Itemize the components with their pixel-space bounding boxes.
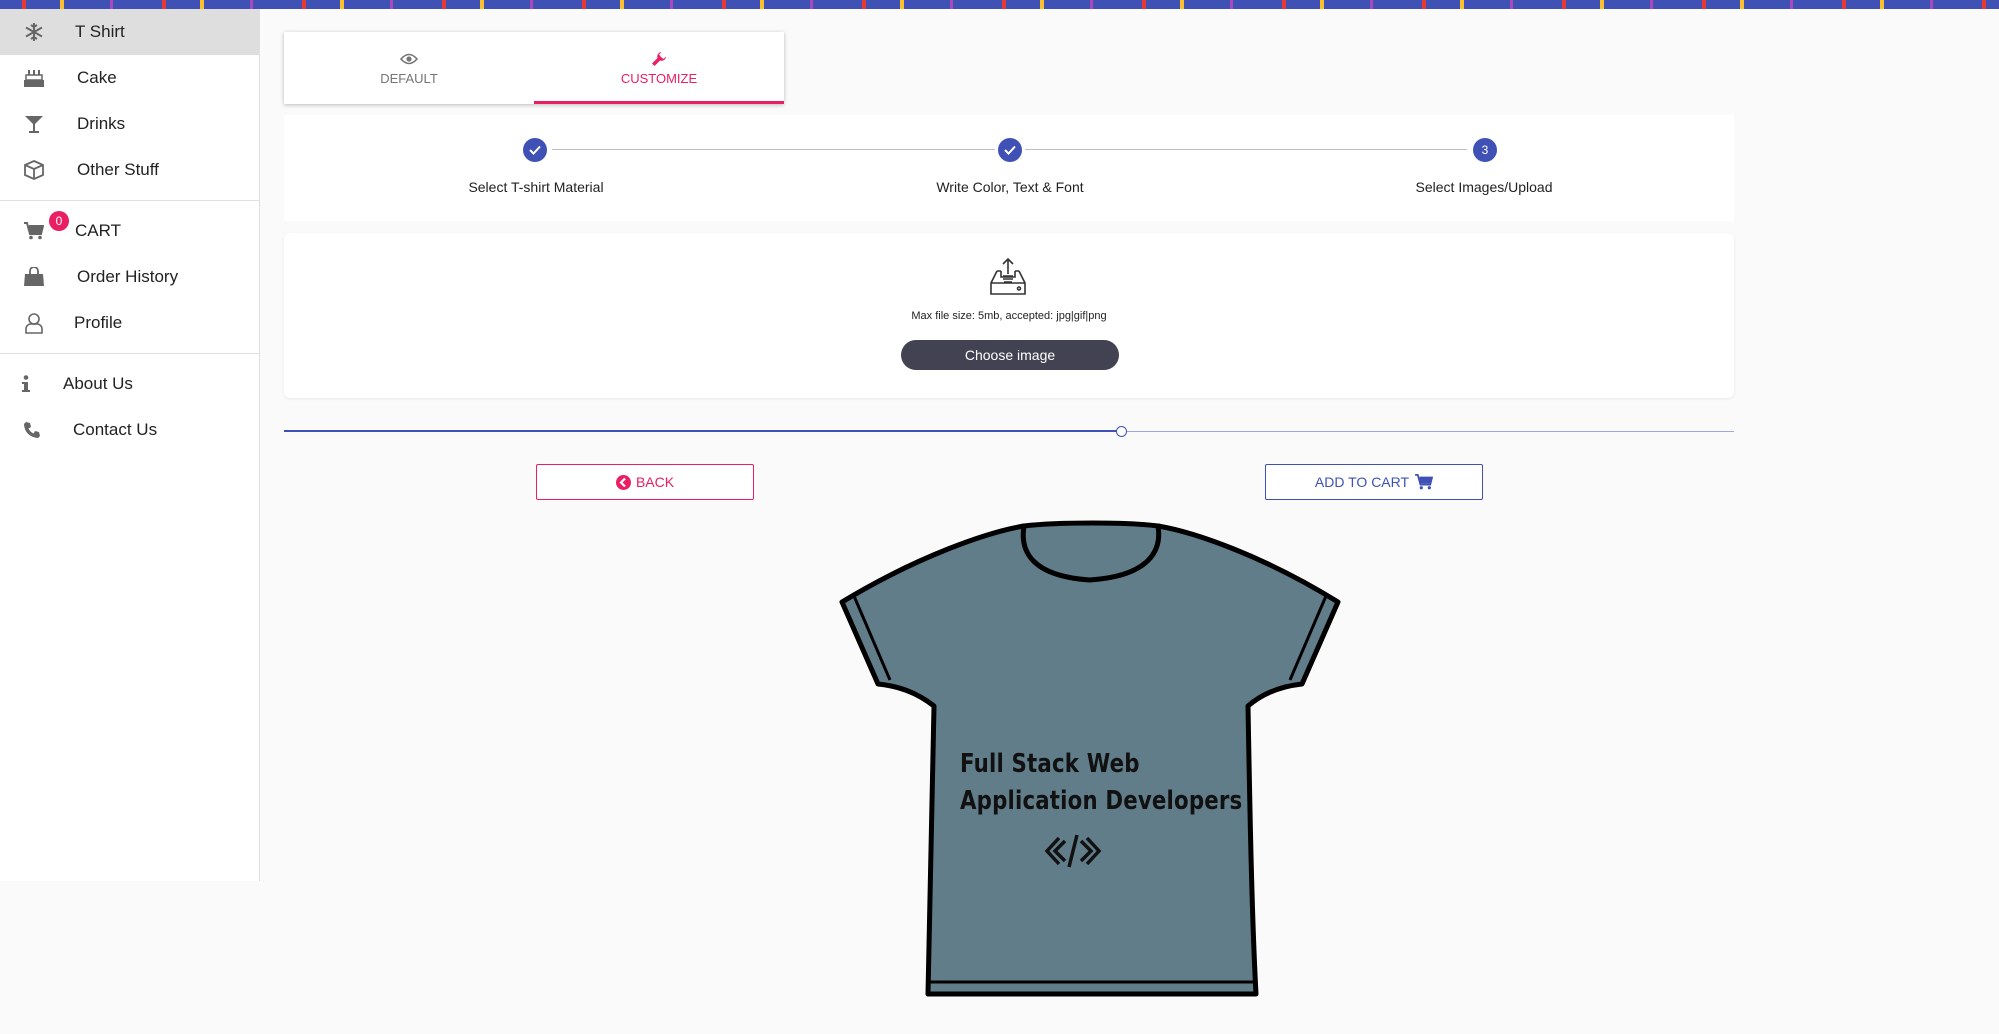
add-to-cart-button[interactable]: ADD TO CART — [1265, 464, 1483, 500]
step-label: Select Images/Upload — [1415, 179, 1553, 195]
sidebar-divider — [0, 353, 259, 354]
user-icon — [22, 312, 46, 334]
cake-icon — [22, 67, 46, 89]
sidebar-item-order-history[interactable]: Order History — [0, 254, 259, 300]
phone-icon — [20, 419, 44, 441]
cube-icon — [22, 159, 46, 181]
eye-icon — [400, 51, 418, 67]
sidebar-item-tshirt[interactable]: T Shirt — [0, 9, 259, 55]
position-slider[interactable] — [284, 426, 1734, 437]
sidebar-item-other-stuff[interactable]: Other Stuff — [0, 147, 259, 193]
decorative-banner-strip — [0, 0, 1999, 9]
step-1-check-icon[interactable] — [523, 138, 547, 162]
sidebar-item-label: Cake — [77, 68, 117, 87]
sidebar-item-label: About Us — [63, 374, 133, 393]
print-text-line-2: Application Developers — [960, 786, 1243, 816]
tab-label: CUSTOMIZE — [620, 70, 698, 86]
cocktail-icon — [22, 113, 46, 135]
code-brackets-icon — [1044, 834, 1102, 868]
sidebar-divider — [0, 200, 259, 201]
sidebar-item-label: Order History — [77, 267, 179, 286]
shopping-bag-icon — [22, 266, 46, 288]
snowflake-icon — [22, 21, 46, 43]
sidebar-item-cake[interactable]: Cake — [0, 55, 259, 101]
step-connector — [1025, 149, 1467, 150]
back-button-label: BACK — [635, 474, 675, 490]
cart-count-badge: 0 — [49, 211, 69, 231]
step-label: Select T-shirt Material — [468, 179, 604, 195]
sidebar-item-label: Profile — [74, 313, 123, 332]
print-text-line-1: Full Stack Web — [960, 749, 1140, 779]
step-2-check-icon[interactable] — [998, 138, 1022, 162]
tab-label: DEFAULT — [380, 70, 438, 86]
sidebar-item-label: T Shirt — [75, 22, 125, 41]
info-icon — [14, 373, 38, 395]
slider-fill — [284, 430, 1121, 432]
mode-tabs: DEFAULT CUSTOMIZE — [284, 32, 784, 104]
step-label: Write Color, Text & Font — [936, 179, 1084, 195]
sidebar-item-label: Contact Us — [73, 420, 158, 439]
sidebar-item-drinks[interactable]: Drinks — [0, 101, 259, 147]
sidebar-item-cart[interactable]: 0 CART — [0, 208, 259, 254]
cart-icon — [1415, 474, 1434, 490]
sidebar-item-label: Drinks — [77, 114, 126, 133]
upload-hint-text: Max file size: 5mb, accepted: jpg|gif|pn… — [911, 310, 1107, 322]
back-button[interactable]: BACK — [536, 464, 754, 500]
upload-tray-icon — [990, 257, 1026, 295]
progress-stepper: Select T-shirt Material Write Color, Tex… — [284, 115, 1734, 221]
step-3-number[interactable]: 3 — [1473, 138, 1497, 162]
cart-icon — [22, 220, 46, 242]
sidebar-item-profile[interactable]: Profile — [0, 300, 259, 346]
chevron-left-circle-icon — [615, 474, 631, 490]
sidebar: T Shirt Cake Drinks Other Stuff 0 CART O… — [0, 9, 260, 881]
sidebar-item-label: CART — [75, 221, 121, 240]
sidebar-item-about-us[interactable]: About Us — [0, 361, 259, 407]
sidebar-item-contact-us[interactable]: Contact Us — [0, 407, 259, 453]
slider-thumb[interactable] — [1115, 426, 1127, 437]
tshirt-print-text: Full Stack Web Application Developers — [960, 746, 1242, 820]
step-connector — [552, 149, 995, 150]
add-to-cart-label: ADD TO CART — [1314, 474, 1410, 490]
tab-customize[interactable]: CUSTOMIZE — [534, 32, 784, 104]
tab-default[interactable]: DEFAULT — [284, 32, 534, 104]
choose-image-button[interactable]: Choose image — [901, 340, 1119, 370]
image-upload-card: Max file size: 5mb, accepted: jpg|gif|pn… — [284, 233, 1734, 398]
sidebar-item-label: Other Stuff — [77, 160, 159, 179]
wrench-icon — [651, 51, 667, 67]
